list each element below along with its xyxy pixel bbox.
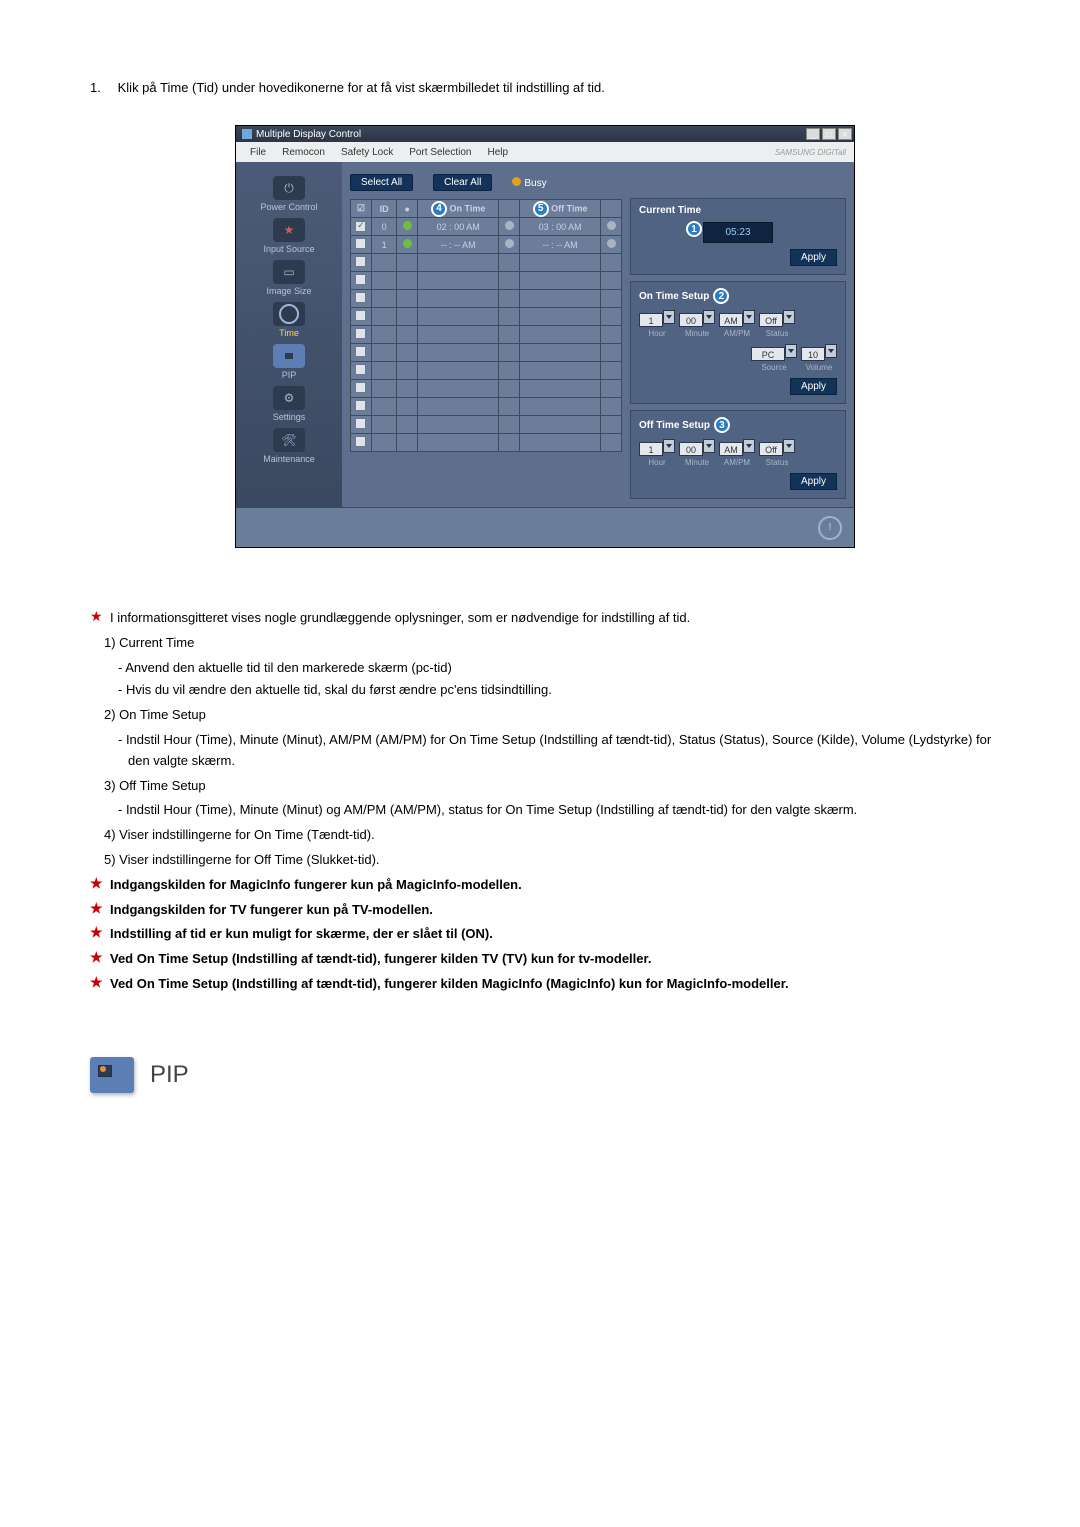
- warning-icon: !: [818, 516, 842, 540]
- window-title: Multiple Display Control: [256, 129, 361, 140]
- brand-label: SAMSUNG DIGITall: [775, 148, 854, 157]
- on-time-title: On Time Setup: [639, 291, 709, 302]
- marker-1: 1: [686, 221, 702, 237]
- star-icon: ★: [90, 875, 104, 896]
- on-time-panel: On Time Setup 2 1Hour 00Minute AMAM/PM O…: [630, 281, 846, 404]
- apply-on-time-button[interactable]: Apply: [790, 378, 837, 395]
- select-all-button[interactable]: Select All: [350, 174, 413, 191]
- off-ampm-field[interactable]: AM: [719, 442, 743, 456]
- maintenance-icon: 🛠: [273, 428, 305, 452]
- input-icon: [273, 218, 305, 242]
- pip-section-heading: PIP: [90, 1057, 1000, 1093]
- marker-4: 4: [431, 201, 447, 217]
- titlebar[interactable]: Multiple Display Control _ □ ×: [236, 126, 854, 142]
- app-icon: [242, 129, 252, 139]
- sidebar-item-time[interactable]: Time: [236, 302, 342, 338]
- sidebar: ⏻Power Control Input Source ▭Image Size …: [236, 162, 342, 507]
- table-row: [351, 398, 622, 416]
- pip-title: PIP: [150, 1061, 189, 1089]
- status-dot: [403, 221, 412, 230]
- menu-file[interactable]: File: [242, 147, 274, 158]
- marker-2: 2: [713, 288, 729, 304]
- table-row: [351, 308, 622, 326]
- star-icon: ★: [90, 974, 104, 995]
- sidebar-item-maintenance[interactable]: 🛠Maintenance: [236, 428, 342, 464]
- off-time-title: Off Time Setup: [639, 420, 710, 431]
- star-icon: ★: [90, 608, 104, 629]
- pip-heading-icon: [90, 1057, 134, 1093]
- table-row: [351, 434, 622, 452]
- table-row: [351, 416, 622, 434]
- image-icon: ▭: [273, 260, 305, 284]
- table-row[interactable]: 1 -- : -- AM -- : -- AM: [351, 236, 622, 254]
- star-icon: ★: [90, 949, 104, 970]
- grid-header: ☑ ID ● 4 On Time 5 Off Time: [351, 200, 622, 218]
- sidebar-item-input[interactable]: Input Source: [236, 218, 342, 254]
- on-status-field[interactable]: Off: [759, 313, 783, 327]
- table-row: [351, 344, 622, 362]
- on-hour-field[interactable]: 1: [639, 313, 663, 327]
- intro-line: 1. Klik på Time (Tid) under hovedikonern…: [90, 80, 1000, 95]
- row-checkbox[interactable]: [355, 238, 366, 249]
- menubar: File Remocon Safety Lock Port Selection …: [236, 142, 854, 162]
- time-icon: [273, 302, 305, 326]
- notes-section: ★I informationsgitteret vises nogle grun…: [90, 608, 1000, 995]
- row-checkbox[interactable]: [355, 221, 366, 232]
- close-button[interactable]: ×: [838, 128, 852, 140]
- table-row: [351, 272, 622, 290]
- current-time-panel: Current Time 1 05:23 Apply: [630, 198, 846, 275]
- table-row: [351, 362, 622, 380]
- sidebar-item-power[interactable]: ⏻Power Control: [236, 176, 342, 212]
- restore-button[interactable]: □: [822, 128, 836, 140]
- minimize-button[interactable]: _: [806, 128, 820, 140]
- intro-text: Klik på Time (Tid) under hovedikonerne f…: [118, 80, 605, 95]
- state-col-icon: ●: [397, 200, 418, 218]
- off-hour-field[interactable]: 1: [639, 442, 663, 456]
- on-source-field[interactable]: PC: [751, 347, 785, 361]
- sidebar-item-image[interactable]: ▭Image Size: [236, 260, 342, 296]
- table-row: [351, 254, 622, 272]
- apply-off-time-button[interactable]: Apply: [790, 473, 837, 490]
- table-row[interactable]: 0 02 : 00 AM 03 : 00 AM: [351, 218, 622, 236]
- marker-5: 5: [533, 201, 549, 217]
- current-time-title: Current Time: [639, 205, 701, 216]
- star-icon: ★: [90, 924, 104, 945]
- off-minute-field[interactable]: 00: [679, 442, 703, 456]
- table-row: [351, 290, 622, 308]
- on-minute-field[interactable]: 00: [679, 313, 703, 327]
- display-grid: ☑ ID ● 4 On Time 5 Off Time 0: [350, 199, 622, 452]
- table-row: [351, 326, 622, 344]
- pip-icon: [273, 344, 305, 368]
- sidebar-item-settings[interactable]: ⚙Settings: [236, 386, 342, 422]
- current-time-value: 1 05:23: [703, 222, 773, 243]
- intro-num: 1.: [90, 80, 114, 95]
- status-bar: !: [236, 507, 854, 547]
- menu-safety-lock[interactable]: Safety Lock: [333, 147, 401, 158]
- dropdown-icon[interactable]: [663, 310, 675, 324]
- menu-remocon[interactable]: Remocon: [274, 147, 333, 158]
- settings-icon: ⚙: [273, 386, 305, 410]
- apply-current-time-button[interactable]: Apply: [790, 249, 837, 266]
- marker-3: 3: [714, 417, 730, 433]
- on-ampm-field[interactable]: AM: [719, 313, 743, 327]
- off-status-field[interactable]: Off: [759, 442, 783, 456]
- menu-port-selection[interactable]: Port Selection: [401, 147, 479, 158]
- power-icon: ⏻: [273, 176, 305, 200]
- table-row: [351, 380, 622, 398]
- on-volume-field[interactable]: 10: [801, 347, 825, 361]
- mdc-window: Multiple Display Control _ □ × File Remo…: [235, 125, 855, 548]
- menu-help[interactable]: Help: [479, 147, 516, 158]
- sidebar-item-pip[interactable]: PIP: [236, 344, 342, 380]
- clear-all-button[interactable]: Clear All: [433, 174, 492, 191]
- busy-icon: [512, 177, 521, 186]
- star-icon: ★: [90, 900, 104, 921]
- off-time-panel: Off Time Setup 3 1Hour 00Minute AMAM/PM …: [630, 410, 846, 499]
- busy-label: Busy: [524, 178, 546, 189]
